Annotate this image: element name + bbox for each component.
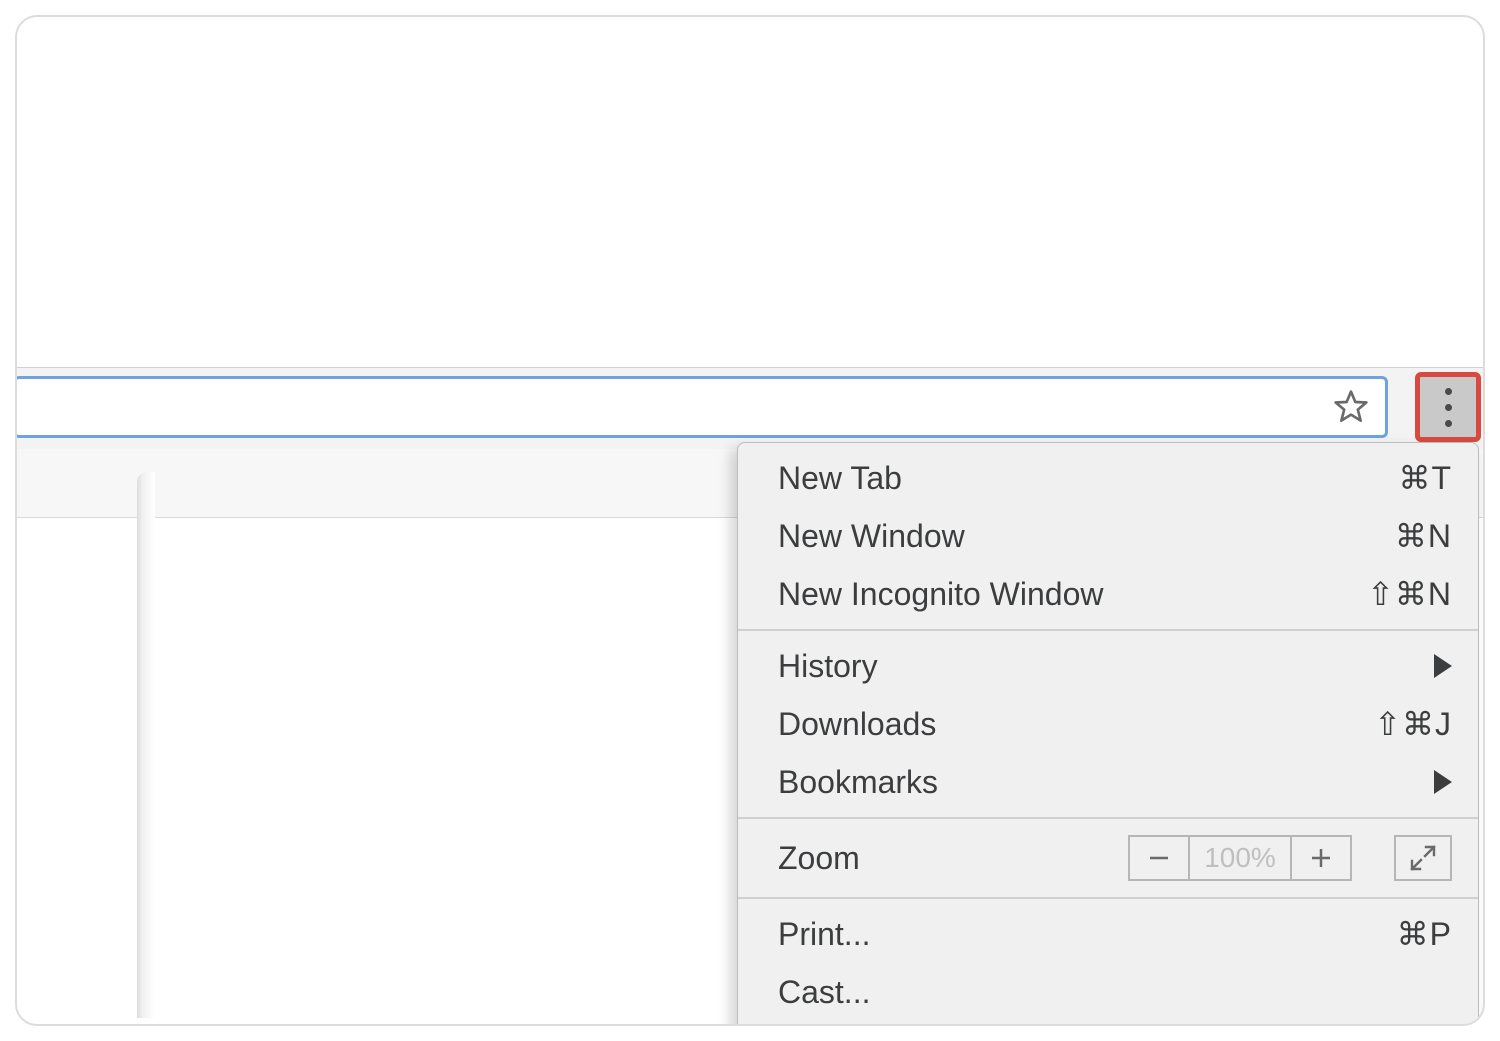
menu-item-label: Print...	[778, 916, 870, 953]
menu-item-bookmarks[interactable]: Bookmarks	[738, 753, 1478, 811]
zoom-controls: 100%	[1128, 835, 1352, 881]
menu-item-new-incognito[interactable]: New Incognito Window ⇧⌘N	[738, 565, 1478, 623]
menu-item-label: New Incognito Window	[778, 576, 1103, 613]
fullscreen-button[interactable]	[1394, 835, 1452, 881]
submenu-arrow-icon	[1434, 654, 1452, 678]
menu-item-label: Downloads	[778, 706, 936, 743]
minus-icon	[1147, 846, 1171, 870]
menu-item-label: Cast...	[778, 974, 870, 1011]
zoom-out-button[interactable]	[1128, 835, 1188, 881]
fullscreen-icon	[1408, 843, 1438, 873]
plus-icon	[1309, 846, 1333, 870]
menu-item-shortcut: ⌘N	[1395, 517, 1452, 555]
menu-item-label: New Window	[778, 518, 965, 555]
menu-separator	[738, 629, 1478, 631]
menu-item-label: History	[778, 648, 878, 685]
menu-item-shortcut: ⇧⌘N	[1367, 575, 1452, 613]
menu-separator	[738, 897, 1478, 899]
menu-item-shortcut: ⌘T	[1398, 459, 1452, 497]
menu-item-label: Zoom	[778, 840, 860, 877]
zoom-percent: 100%	[1188, 835, 1292, 881]
star-icon[interactable]	[1331, 387, 1371, 427]
menu-item-label: New Tab	[778, 460, 902, 497]
menu-item-print[interactable]: Print... ⌘P	[738, 905, 1478, 963]
browser-toolbar	[17, 367, 1483, 451]
browser-main-menu: New Tab ⌘T New Window ⌘N New Incognito W…	[737, 442, 1479, 1026]
menu-item-downloads[interactable]: Downloads ⇧⌘J	[738, 695, 1478, 753]
menu-button[interactable]	[1415, 372, 1481, 442]
submenu-arrow-icon	[1434, 770, 1452, 794]
menu-item-zoom: Zoom 100%	[738, 825, 1478, 891]
menu-separator	[738, 817, 1478, 819]
menu-item-find[interactable]: Find... ⌘F	[738, 1021, 1478, 1026]
panel-shadow	[137, 472, 155, 1018]
menu-item-label: Bookmarks	[778, 764, 938, 801]
menu-item-new-window[interactable]: New Window ⌘N	[738, 507, 1478, 565]
menu-item-history[interactable]: History	[738, 637, 1478, 695]
zoom-in-button[interactable]	[1292, 835, 1352, 881]
browser-window: New Tab ⌘T New Window ⌘N New Incognito W…	[15, 15, 1485, 1026]
menu-item-cast[interactable]: Cast...	[738, 963, 1478, 1021]
more-vertical-icon	[1445, 388, 1452, 427]
menu-item-shortcut: ⇧⌘J	[1374, 705, 1452, 743]
address-bar[interactable]	[15, 376, 1388, 438]
menu-item-shortcut: ⌘P	[1397, 915, 1452, 953]
menu-item-new-tab[interactable]: New Tab ⌘T	[738, 449, 1478, 507]
